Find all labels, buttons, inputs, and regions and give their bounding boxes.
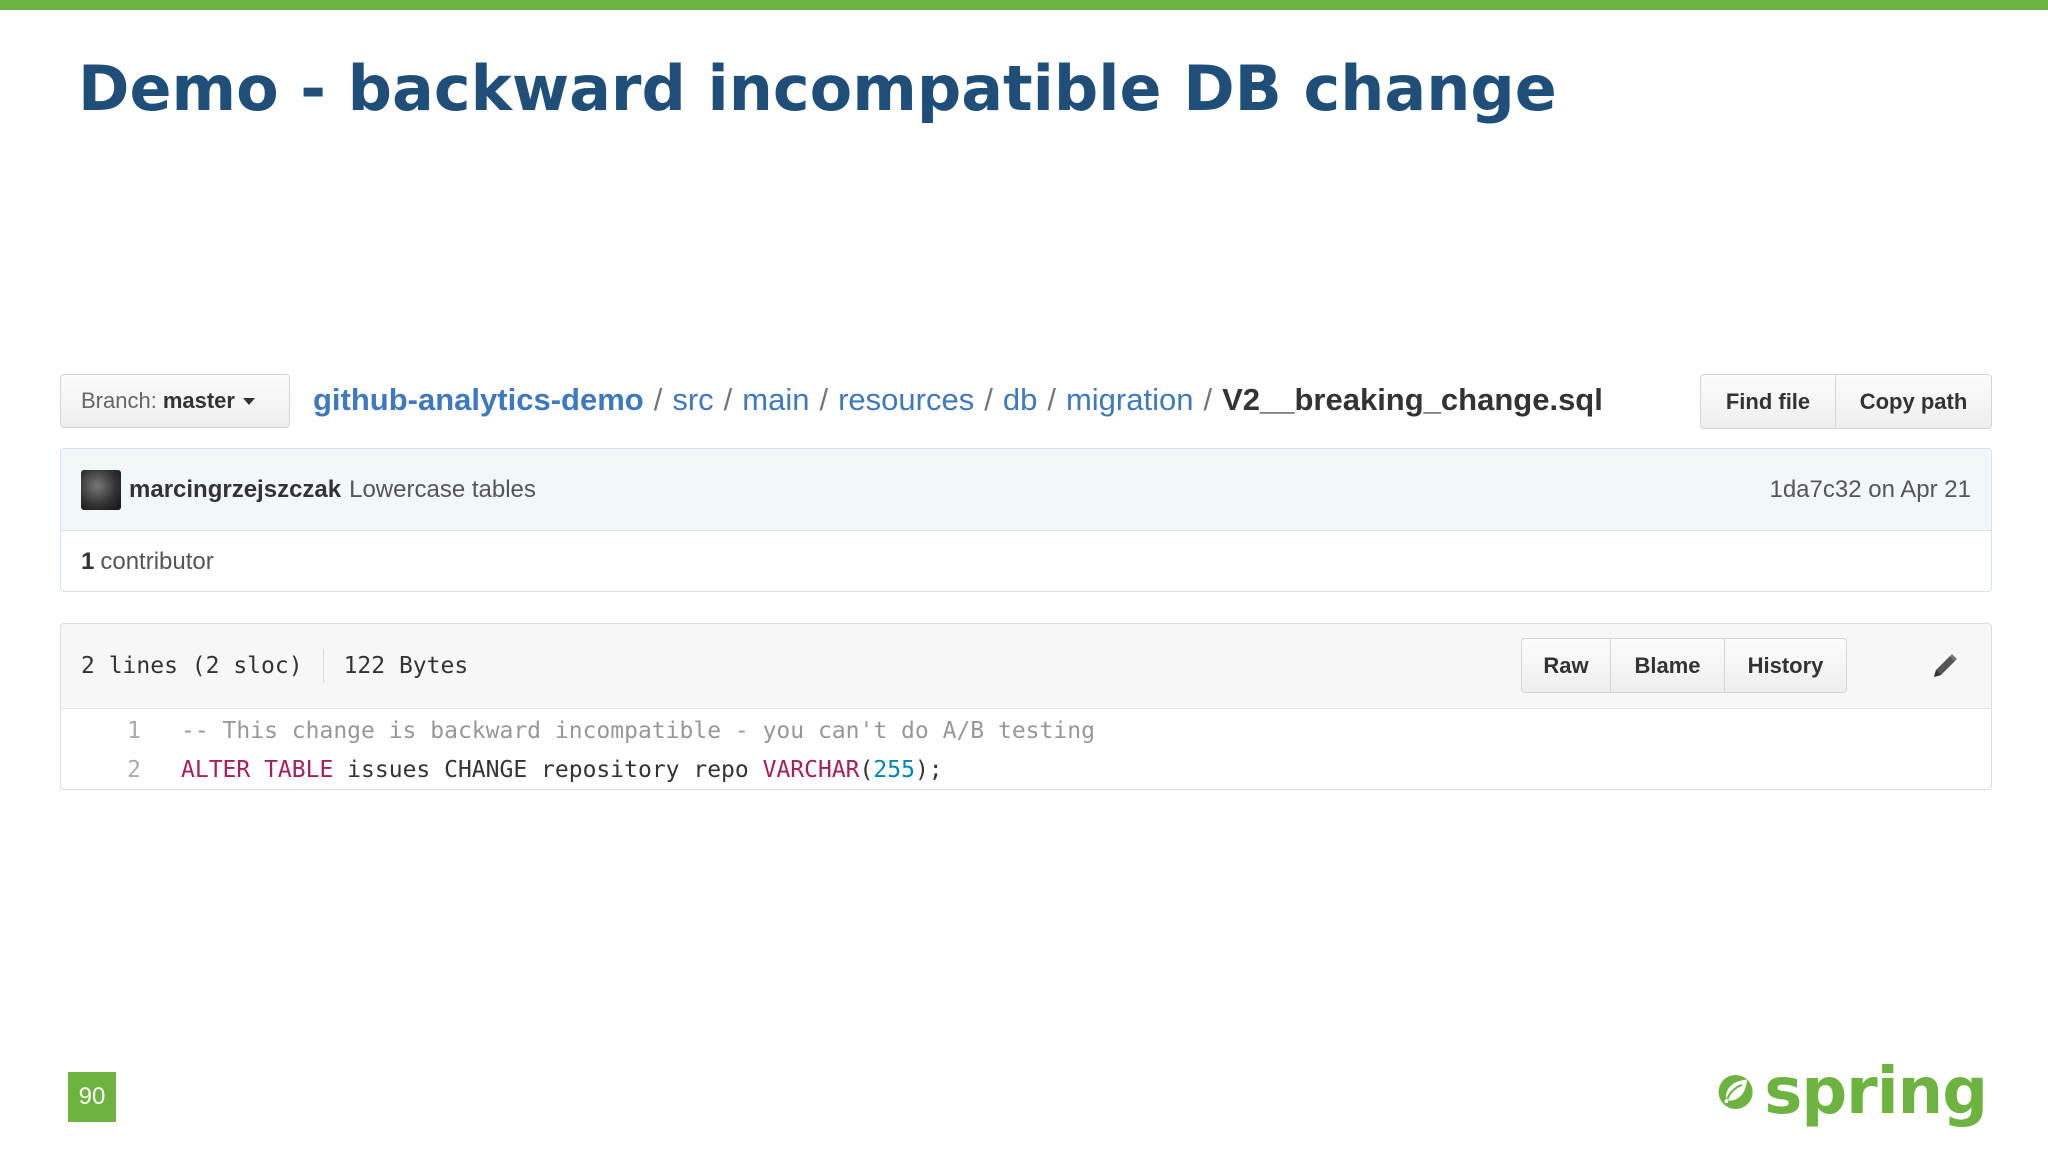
file-header: 2 lines (2 sloc) 122 Bytes Raw Blame His… (61, 624, 1991, 709)
file-info-divider (322, 649, 324, 683)
sql-keyword: ALTER TABLE (181, 756, 334, 783)
file-nav-button-group: Find file Copy path (1700, 374, 1992, 429)
line-number[interactable]: 2 (61, 757, 141, 783)
sql-type: VARCHAR (762, 756, 860, 783)
file-size: 122 Bytes (343, 653, 469, 679)
copy-path-button[interactable]: Copy path (1836, 374, 1992, 429)
branch-selector[interactable]: Branch: master (60, 374, 290, 428)
branch-value: master (162, 388, 235, 413)
sql-paren-close: ); (914, 756, 943, 783)
find-file-button[interactable]: Find file (1700, 374, 1836, 429)
breadcrumb-separator: / (1047, 382, 1056, 417)
spring-logo: spring (1717, 1054, 1988, 1130)
breadcrumb-link-resources[interactable]: resources (838, 382, 974, 418)
spring-leaf-icon (1718, 1074, 1753, 1110)
breadcrumb-link-main[interactable]: main (742, 382, 809, 418)
raw-button[interactable]: Raw (1521, 638, 1611, 693)
avatar[interactable] (81, 469, 121, 510)
breadcrumb-separator: / (1203, 382, 1213, 417)
breadcrumb-link-src[interactable]: src (672, 382, 713, 418)
pencil-icon[interactable] (1927, 646, 1963, 686)
breadcrumb-repo-link[interactable]: github-analytics-demo (313, 382, 644, 418)
file-info: 2 lines (2 sloc) 122 Bytes (81, 649, 468, 683)
breadcrumb-separator: / (819, 382, 829, 417)
contributors-row: 1 contributor (61, 531, 1991, 591)
commit-header: marcingrzejszczak Lowercase tables 1da7c… (61, 449, 1991, 531)
sql-paren-open: ( (859, 756, 874, 783)
contributors-label: contributor (100, 547, 214, 575)
blame-button[interactable]: Blame (1611, 638, 1725, 693)
commit-meta[interactable]: 1da7c32 on Apr 21 (1769, 476, 1971, 504)
file-lines-info: 2 lines (2 sloc) (81, 653, 303, 679)
history-button[interactable]: History (1725, 638, 1847, 693)
page-number: 90 (68, 1072, 116, 1122)
branch-label: Branch: (81, 388, 157, 413)
breadcrumb-current-file: V2__breaking_change.sql (1222, 382, 1603, 417)
file-actions-group: Raw Blame History (1521, 638, 1847, 693)
code-statement: ALTER TABLE issues CHANGE repository rep… (181, 757, 943, 783)
file-view-box: 2 lines (2 sloc) 122 Bytes Raw Blame His… (60, 623, 1992, 790)
spring-logo-text: spring (1764, 1055, 1988, 1129)
breadcrumb-separator: / (723, 382, 733, 417)
breadcrumb-link-migration[interactable]: migration (1066, 382, 1194, 418)
top-accent-bar (0, 0, 2048, 10)
sql-number: 255 (873, 756, 915, 783)
line-number[interactable]: 1 (61, 718, 141, 744)
sql-text: issues CHANGE repository repo (333, 756, 763, 783)
commit-info-box: marcingrzejszczak Lowercase tables 1da7c… (60, 448, 1992, 592)
breadcrumb: github-analytics-demo / src / main / res… (313, 378, 1603, 422)
code-line: 1 -- This change is backward incompatibl… (61, 711, 1991, 750)
breadcrumb-link-db[interactable]: db (1003, 382, 1037, 418)
breadcrumb-separator: / (653, 382, 663, 417)
caret-down-icon (242, 397, 255, 405)
trash-icon[interactable] (1991, 646, 1992, 686)
commit-message[interactable]: Lowercase tables (349, 476, 536, 504)
contributors-count: 1 (81, 547, 95, 575)
code-line: 2 ALTER TABLE issues CHANGE repository r… (61, 750, 1991, 789)
code-comment: -- This change is backward incompatible … (181, 717, 1095, 744)
slide-title: Demo - backward incompatible DB change (78, 52, 1557, 125)
code-view: 1 -- This change is backward incompatibl… (61, 709, 1991, 789)
commit-author[interactable]: marcingrzejszczak (129, 476, 341, 504)
breadcrumb-separator: / (984, 382, 993, 417)
